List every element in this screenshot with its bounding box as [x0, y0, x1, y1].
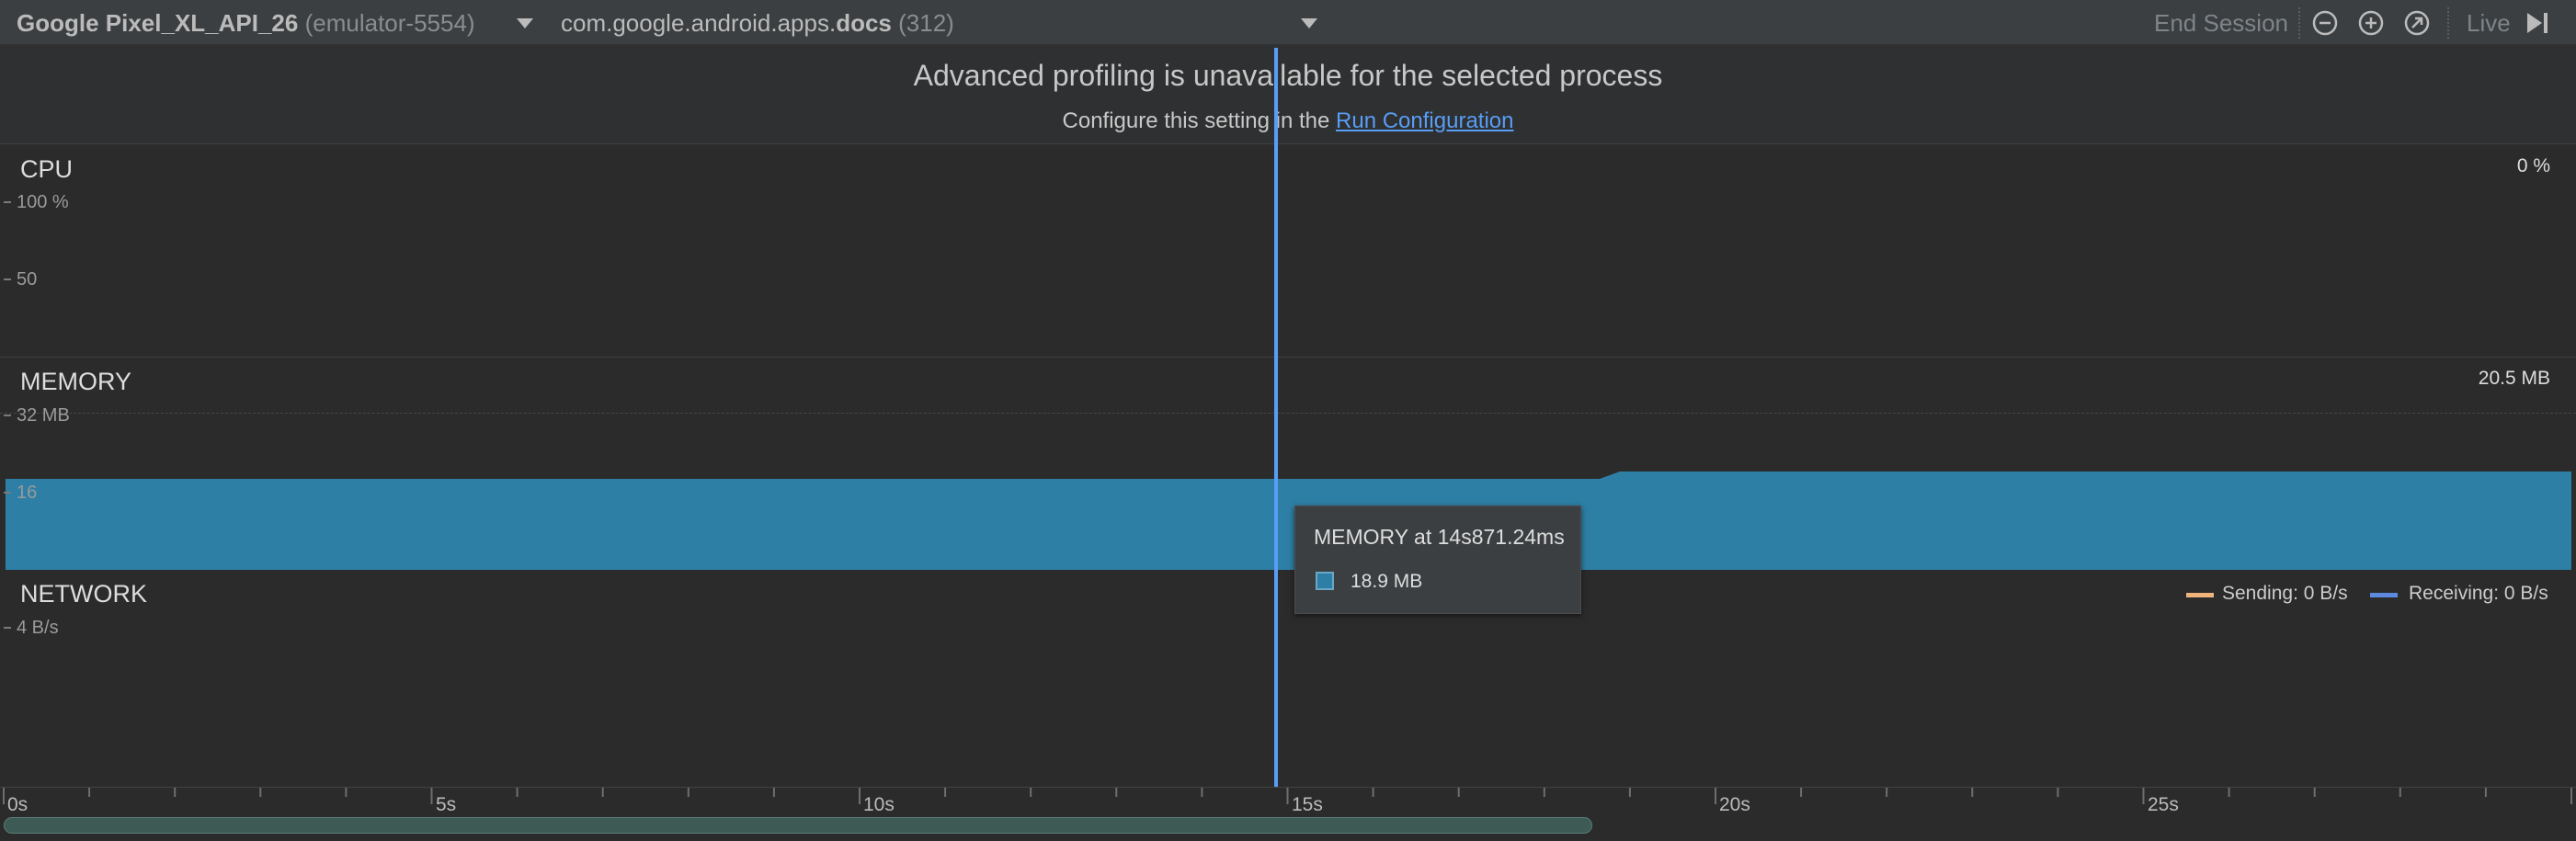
cpu-tick — [4, 201, 11, 203]
device-selector[interactable]: Google Pixel_XL_API_26 (emulator-5554) — [17, 0, 475, 46]
memory-area — [6, 472, 2571, 570]
memory-tick — [4, 492, 11, 494]
tooltip-title: MEMORY at 14s871.24ms — [1314, 525, 1565, 549]
live-label: Live — [2467, 9, 2511, 37]
cpu-section[interactable]: CPU 0 % 100 % 50 — [0, 144, 2576, 358]
end-session-button[interactable]: End Session — [2154, 0, 2288, 46]
memory-tick-label: 16 — [17, 483, 38, 503]
time-label: 5s — [436, 794, 457, 815]
receiving-swatch — [2370, 593, 2398, 597]
process-dropdown-icon[interactable] — [1301, 18, 1317, 28]
advanced-profiling-banner: Advanced profiling is unavailable for th… — [0, 46, 2576, 144]
time-cursor[interactable] — [1274, 48, 1278, 787]
banner-title: Advanced profiling is unavailable for th… — [913, 59, 1663, 92]
toolbar-separator — [2447, 7, 2449, 39]
banner-subtitle-text: Configure this setting in the — [1062, 108, 1337, 133]
device-name: Google Pixel_XL_API_26 — [17, 9, 299, 37]
process-name: com.google.android.apps. — [561, 9, 837, 37]
cpu-tick-label: 50 — [17, 269, 38, 290]
time-label: 15s — [1292, 794, 1323, 815]
process-pid: (312) — [898, 9, 954, 37]
legend-receiving: Receiving: 0 B/s — [2370, 583, 2548, 605]
banner-subtitle: Configure this setting in the Run Config… — [0, 108, 2576, 134]
cpu-current-value: 0 % — [2516, 155, 2550, 176]
memory-section[interactable]: MEMORY 20.5 MB 32 MB 16 — [0, 358, 2576, 570]
network-title: NETWORK — [20, 580, 147, 608]
legend-sending: Sending: 0 B/s — [2186, 583, 2348, 605]
time-label: 20s — [1719, 794, 1750, 815]
cpu-tick — [4, 278, 11, 280]
process-selector[interactable]: com.google.android.apps.docs (312) — [561, 0, 954, 46]
time-label: 25s — [2148, 794, 2179, 815]
device-dropdown-icon[interactable] — [517, 18, 533, 28]
cpu-tick-label: 100 % — [17, 192, 69, 212]
tooltip-swatch — [1316, 572, 1334, 590]
device-serial: (emulator-5554) — [304, 9, 475, 37]
zoom-out-icon[interactable] — [2311, 9, 2339, 37]
process-name-bold: docs — [836, 9, 892, 37]
network-tick — [4, 627, 11, 629]
legend-sending-label: Sending: 0 B/s — [2222, 583, 2348, 604]
time-axis-ticks — [3, 788, 2572, 804]
sending-swatch — [2186, 593, 2214, 597]
time-label: 0s — [7, 794, 28, 815]
toolbar-separator — [2298, 7, 2300, 39]
cpu-title: CPU — [20, 155, 74, 183]
profiler-toolbar: Google Pixel_XL_API_26 (emulator-5554) c… — [0, 0, 2576, 46]
reset-zoom-icon[interactable] — [2403, 9, 2431, 37]
memory-area-chart — [6, 472, 2571, 570]
network-tick-label: 4 B/s — [17, 618, 59, 638]
memory-tooltip: MEMORY at 14s871.24ms 18.9 MB — [1294, 506, 1581, 614]
zoom-in-icon[interactable] — [2357, 9, 2385, 37]
time-label: 10s — [863, 794, 895, 815]
run-configuration-link[interactable]: Run Configuration — [1336, 108, 1513, 133]
timeline-scrollbar[interactable] — [4, 817, 1592, 834]
tooltip-value: 18.9 MB — [1351, 571, 1423, 592]
jump-to-live-icon[interactable] — [2525, 10, 2550, 36]
legend-receiving-label: Receiving: 0 B/s — [2409, 583, 2548, 604]
